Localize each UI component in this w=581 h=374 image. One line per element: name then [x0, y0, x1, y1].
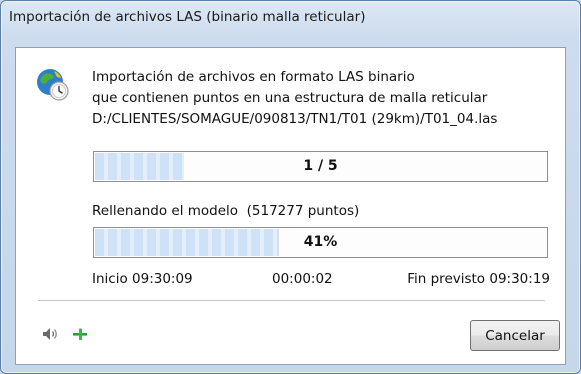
dialog-window: Importación de archivos LAS (binario mal…	[0, 0, 581, 374]
description-line-2: que contienen puntos en una estructura d…	[92, 90, 488, 106]
dialog-content: Importación de archivos en formato LAS b…	[15, 47, 566, 365]
status-text: Rellenando el modelo	[92, 203, 239, 219]
globe-clock-icon	[36, 67, 70, 101]
overall-progress-label: 41%	[303, 234, 338, 250]
import-description: Importación de archivos en formato LAS b…	[92, 67, 487, 109]
description-line-1: Importación de archivos en formato LAS b…	[92, 69, 415, 85]
file-progress-label: 1 / 5	[303, 158, 338, 174]
file-progress-bar: 1 / 5	[93, 151, 548, 182]
status-line: Rellenando el modelo (517277 puntos)	[92, 203, 359, 219]
file-path: D:/CLIENTES/SOMAGUE/090813/TN1/T01 (29km…	[92, 111, 498, 127]
divider	[38, 300, 545, 301]
estimated-end-time: Fin previsto 09:30:19	[407, 271, 550, 287]
overall-progress-bar: 41%	[93, 227, 548, 258]
pin-icon[interactable]	[70, 325, 90, 343]
speaker-icon[interactable]	[40, 325, 60, 343]
elapsed-time: 00:00:02	[272, 271, 333, 287]
start-time: Inicio 09:30:09	[92, 271, 193, 287]
cancel-button[interactable]: Cancelar	[470, 320, 560, 351]
points-count: (517277 puntos)	[246, 203, 360, 219]
window-title: Importación de archivos LAS (binario mal…	[9, 9, 366, 25]
